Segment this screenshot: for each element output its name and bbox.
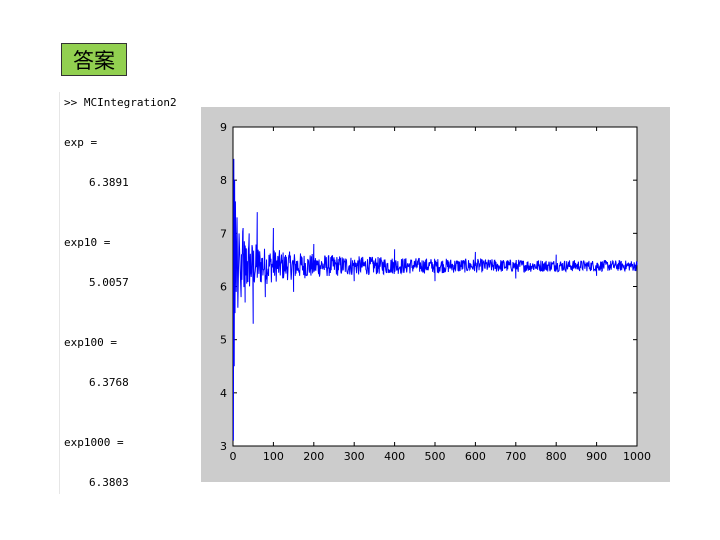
answer-label: 答案	[61, 43, 127, 76]
console-command: >> MCIntegration2	[64, 96, 177, 109]
x-tick-label: 700	[505, 450, 526, 463]
console-var-label: exp100 =	[64, 336, 117, 349]
y-tick-label: 3	[220, 440, 227, 453]
x-tick-label: 1000	[623, 450, 651, 463]
y-tick-label: 5	[220, 334, 227, 347]
y-tick-label: 7	[220, 227, 227, 240]
x-tick-label: 500	[425, 450, 446, 463]
console-var-label: exp10 =	[64, 236, 111, 249]
console-var-value: 5.0057	[89, 276, 129, 289]
console-var-label: exp =	[64, 136, 98, 149]
line-chart: 0 100 200 300 400 500 600 700 800 900 1000 3 4 5 6 7 8 9	[220, 121, 651, 463]
x-tick-label: 300	[344, 450, 365, 463]
x-tick-label: 800	[546, 450, 567, 463]
x-tick-label: 600	[465, 450, 486, 463]
x-tick-label: 200	[303, 450, 324, 463]
console-panel-edge	[59, 92, 60, 494]
console-var-value: 6.3803	[89, 476, 129, 489]
console-var-value: 6.3768	[89, 376, 129, 389]
console-var-value: 6.3891	[89, 176, 129, 189]
figure-window: 0 100 200 300 400 500 600 700 800 900 1000 3 4 5 6 7 8 9	[201, 107, 670, 482]
y-tick-label: 9	[220, 121, 227, 134]
console-var-label: exp1000 =	[64, 436, 124, 449]
x-tick-label: 100	[263, 450, 284, 463]
x-tick-label: 400	[384, 450, 405, 463]
y-tick-label: 6	[220, 281, 227, 294]
x-tick-label: 900	[586, 450, 607, 463]
x-tick-label: 0	[230, 450, 237, 463]
y-tick-label: 8	[220, 174, 227, 187]
y-tick-label: 4	[220, 387, 227, 400]
